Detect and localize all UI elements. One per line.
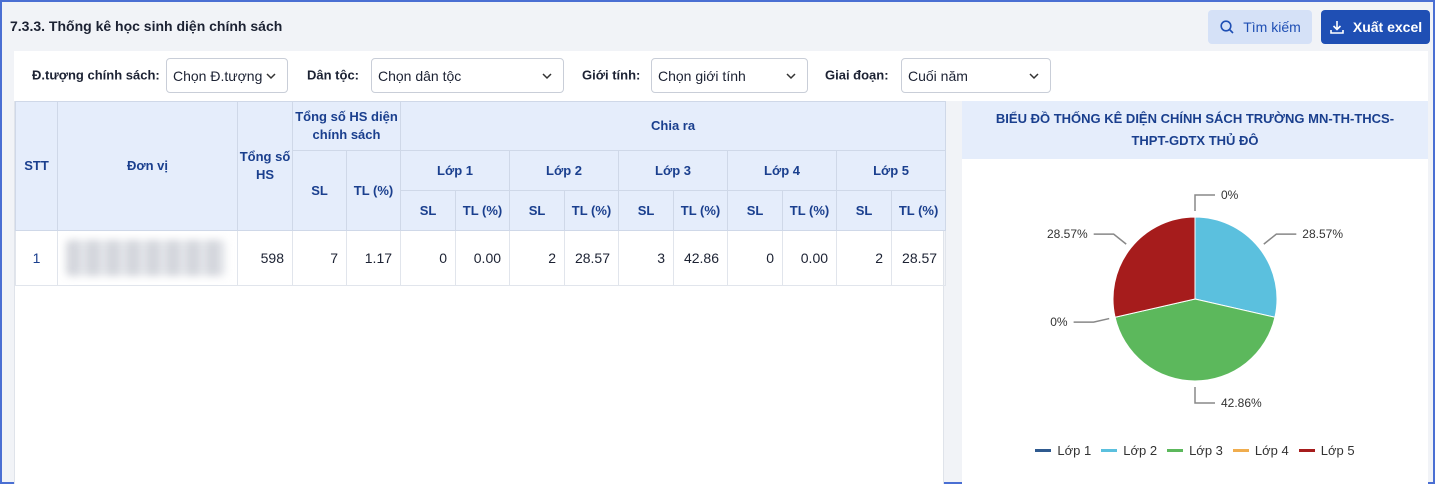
col-policy-total: Tổng số HS diện chính sách (291, 101, 402, 151)
stage-select[interactable]: Cuối năm (901, 58, 1051, 93)
table-row: 1 598 7 1.17 0 0.00 2 28.57 3 42.86 0 0.… (15, 230, 947, 286)
stage-filter-label: Giai đoạn: (825, 67, 889, 83)
policy-select[interactable]: Chọn Đ.tượng (166, 58, 288, 93)
cell-unit (57, 230, 238, 286)
pie-label-lop-4: 0% (1050, 315, 1068, 329)
policy-select-value: Chọn Đ.tượng (173, 67, 263, 84)
col-class-1: Lớp 1 (400, 150, 511, 191)
col-class-3: Lớp 3 (618, 150, 729, 191)
page-frame: 7.3.3. Thống kê học sinh diện chính sách… (0, 0, 1435, 484)
col-class-2-tl: TL (%) (564, 190, 620, 231)
legend-item-lop-3[interactable]: Lớp 3 (1167, 443, 1223, 458)
policy-filter-label: Đ.tượng chính sách: (32, 67, 160, 83)
cell-c1-tl: 0.00 (455, 230, 511, 286)
legend-label: Lớp 2 (1123, 443, 1158, 458)
col-policy-tl: TL (%) (345, 150, 402, 231)
chart-legend: Lớp 1 Lớp 2 Lớp 3 Lớp 4 Lớp 5 (962, 443, 1428, 458)
pie-slice-lop-5[interactable] (1112, 216, 1196, 318)
chevron-down-icon (266, 72, 276, 79)
pie-label-lop-1: 0% (1221, 188, 1239, 202)
ethnic-select[interactable]: Chọn dân tộc (371, 58, 564, 93)
legend-swatch (1101, 449, 1118, 452)
gender-select-value: Chọn giới tính (658, 67, 746, 84)
pie-leader-line-lop-5 (1093, 233, 1127, 245)
stats-table: STT Đơn vị Tổng số HS Tổng số HS diện ch… (15, 101, 947, 286)
col-class-4-sl: SL (727, 190, 784, 231)
cell-c2-sl: 2 (509, 230, 566, 286)
cell-policy-tl: 1.17 (345, 230, 402, 286)
legend-item-lop-2[interactable]: Lớp 2 (1101, 443, 1157, 458)
legend-label: Lớp 5 (1320, 443, 1355, 458)
gender-filter-label: Giới tính: (582, 67, 641, 83)
cell-policy-sl: 7 (292, 230, 347, 286)
legend-item-lop-5[interactable]: Lớp 5 (1298, 443, 1355, 458)
col-breakdown: Chia ra (400, 101, 947, 151)
col-class-2-sl: SL (509, 190, 566, 231)
col-class-1-tl: TL (%) (455, 190, 511, 231)
export-excel-button[interactable]: Xuất excel (1321, 10, 1430, 44)
page-title: 7.3.3. Thống kê học sinh diện chính sách (10, 18, 283, 34)
chart-panel: BIỂU ĐỒ THỐNG KÊ DIỆN CHÍNH SÁCH TRƯỜNG … (962, 101, 1428, 484)
blurred-unit-name (66, 240, 226, 276)
legend-swatch (1232, 449, 1249, 452)
download-icon (1330, 21, 1344, 34)
export-button-label: Xuất excel (1352, 19, 1423, 35)
stage-select-value: Cuối năm (908, 67, 968, 84)
chevron-down-icon (1029, 72, 1039, 79)
legend-swatch (1298, 449, 1315, 452)
pie-leader-line-lop-1 (1194, 194, 1215, 211)
pie-label-lop-5: 28.57% (1047, 227, 1088, 241)
cell-c4-sl: 0 (727, 230, 784, 286)
pie-leader-line-lop-2 (1263, 233, 1297, 245)
col-unit: Đơn vị (57, 101, 238, 231)
col-class-3-sl: SL (618, 190, 675, 231)
col-stt: STT (15, 101, 58, 231)
cell-c2-tl: 28.57 (564, 230, 620, 286)
col-class-5-tl: TL (%) (891, 190, 947, 231)
col-class-1-sl: SL (400, 190, 457, 231)
cell-stt: 1 (15, 230, 58, 286)
cell-c3-sl: 3 (618, 230, 675, 286)
legend-swatch (1035, 449, 1052, 452)
col-class-4: Lớp 4 (727, 150, 838, 191)
pie-label-lop-3: 42.86% (1221, 396, 1262, 410)
legend-label: Lớp 3 (1189, 443, 1223, 458)
cell-c5-sl: 2 (836, 230, 893, 286)
gender-select[interactable]: Chọn giới tính (651, 58, 808, 93)
filter-bar: Đ.tượng chính sách: Chọn Đ.tượng Dân tộc… (14, 51, 1428, 101)
chevron-down-icon (542, 72, 552, 79)
cell-c1-sl: 0 (400, 230, 457, 286)
cell-c3-tl: 42.86 (673, 230, 729, 286)
ethnic-filter-label: Dân tộc: (307, 67, 359, 83)
search-icon (1220, 20, 1234, 34)
col-class-2: Lớp 2 (509, 150, 620, 191)
col-total-students: Tổng số HS (237, 101, 293, 231)
legend-swatch (1167, 449, 1184, 452)
pie-leader-line-lop-4 (1073, 317, 1110, 323)
col-class-4-tl: TL (%) (782, 190, 838, 231)
pie-chart: 0% 28.57% 42.86% 0% 28.57% (1047, 188, 1343, 410)
cell-c5-tl: 28.57 (891, 230, 947, 286)
chevron-down-icon (786, 72, 796, 79)
legend-item-lop-1[interactable]: Lớp 1 (1035, 443, 1091, 458)
legend-label: Lớp 4 (1254, 443, 1289, 458)
col-policy-sl: SL (292, 150, 347, 231)
legend-item-lop-4[interactable]: Lớp 4 (1232, 443, 1289, 458)
stats-table-container: STT Đơn vị Tổng số HS Tổng số HS diện ch… (14, 101, 947, 484)
col-class-5-sl: SL (836, 190, 893, 231)
col-class-3-tl: TL (%) (673, 190, 729, 231)
search-button[interactable]: Tìm kiếm (1208, 10, 1312, 44)
col-class-5: Lớp 5 (836, 150, 947, 191)
pie-label-lop-2: 28.57% (1302, 227, 1343, 241)
chart-title: BIỂU ĐỒ THỐNG KÊ DIỆN CHÍNH SÁCH TRƯỜNG … (962, 101, 1428, 159)
cell-c4-tl: 0.00 (782, 230, 838, 286)
search-button-label: Tìm kiếm (1243, 19, 1301, 35)
cell-total: 598 (237, 230, 293, 286)
pie-leader-line-lop-3 (1194, 387, 1215, 404)
legend-label: Lớp 1 (1057, 443, 1092, 458)
ethnic-select-value: Chọn dân tộc (378, 67, 462, 84)
